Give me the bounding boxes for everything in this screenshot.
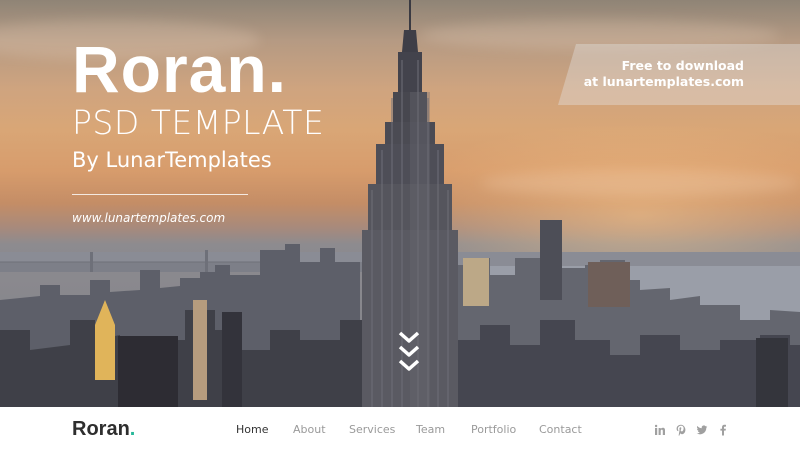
banner-line-1: Free to download [621,58,744,73]
pinterest-icon[interactable] [675,424,687,436]
linkedin-icon[interactable] [654,424,666,436]
hero-subtitle: PSD TEMPLATE [72,103,325,142]
hero-byline: By LunarTemplates [72,148,272,172]
hero-title: Roran. [72,32,288,106]
double-chevron-down-icon[interactable] [397,330,421,378]
logo[interactable]: Roran. [72,418,135,441]
twitter-icon[interactable] [696,424,708,436]
main-menu: Home About Services Team Portfolio Conta… [236,423,582,436]
navbar: Roran. Home About Services Team Portfoli… [0,407,800,450]
social-links [654,424,729,436]
hero-section: Roran. PSD TEMPLATE By LunarTemplates ww… [0,0,800,407]
download-banner[interactable]: Free to download at lunartemplates.com [558,44,800,105]
hero-divider [72,194,248,195]
nav-item-portfolio[interactable]: Portfolio [471,423,539,436]
hero-text-block: Roran. PSD TEMPLATE By LunarTemplates ww… [72,36,324,225]
nav-item-about[interactable]: About [293,423,349,436]
logo-dot: . [129,418,136,440]
hero-url-link[interactable]: www.lunartemplates.com [72,211,324,225]
nav-item-home[interactable]: Home [236,423,293,436]
banner-line-2: at lunartemplates.com [583,74,744,89]
logo-text: Roran [72,418,130,440]
nav-item-team[interactable]: Team [416,423,471,436]
facebook-icon[interactable] [717,424,729,436]
nav-item-contact[interactable]: Contact [539,423,582,436]
nav-item-services[interactable]: Services [349,423,416,436]
